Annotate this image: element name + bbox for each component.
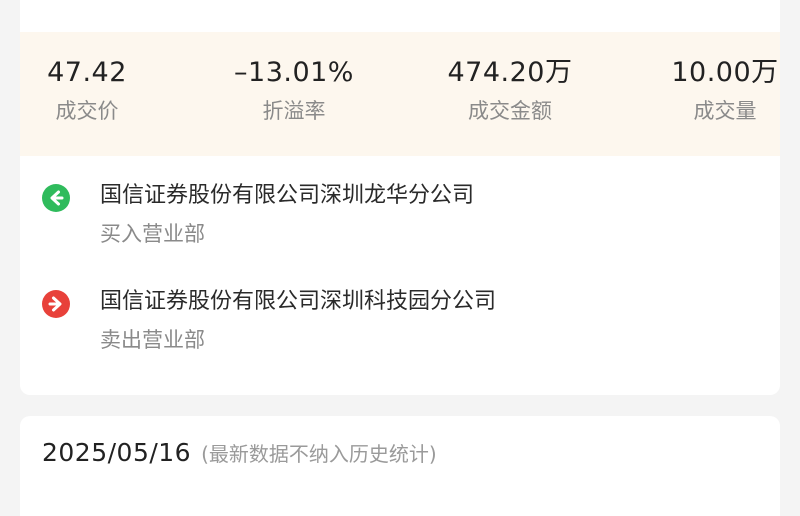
record-date-note: (最新数据不纳入历史统计) bbox=[201, 442, 437, 466]
arrow-right-icon bbox=[42, 290, 70, 318]
buyer-broker-role: 买入营业部 bbox=[100, 222, 205, 246]
buyer-broker-name: 国信证券股份有限公司深圳龙华分公司 bbox=[100, 183, 475, 208]
next-trade-record-card[interactable]: 2025/05/16 (最新数据不纳入历史统计) bbox=[20, 416, 780, 516]
arrow-left-icon bbox=[42, 184, 70, 212]
record-date-row: 2025/05/16 (最新数据不纳入历史统计) bbox=[42, 438, 437, 467]
stat-amount: 474.20万 成交金额 bbox=[415, 54, 605, 126]
stat-price-value: 47.42 bbox=[47, 57, 127, 88]
stat-amount-value: 474.20万 bbox=[447, 57, 573, 88]
record-date: 2025/05/16 bbox=[42, 438, 192, 467]
stat-premium-rate-label: 折溢率 bbox=[262, 99, 326, 123]
stat-price-label: 成交价 bbox=[55, 99, 119, 123]
stat-price: 47.42 成交价 bbox=[0, 54, 182, 126]
trade-record-card: 47.42 成交价 –13.01% 折溢率 474.20万 成交金额 10.00… bbox=[20, 0, 780, 395]
stat-volume-value: 10.00万 bbox=[671, 57, 779, 88]
stat-volume: 10.00万 成交量 bbox=[630, 54, 800, 126]
stat-premium-rate-value: –13.01% bbox=[234, 57, 354, 88]
seller-broker-name: 国信证券股份有限公司深圳科技园分公司 bbox=[100, 289, 497, 314]
stat-volume-label: 成交量 bbox=[693, 99, 757, 123]
trade-stats-panel: 47.42 成交价 –13.01% 折溢率 474.20万 成交金额 10.00… bbox=[20, 32, 780, 156]
stat-premium-rate: –13.01% 折溢率 bbox=[199, 54, 389, 126]
stat-amount-label: 成交金额 bbox=[468, 99, 552, 123]
seller-broker-role: 卖出营业部 bbox=[100, 328, 205, 352]
